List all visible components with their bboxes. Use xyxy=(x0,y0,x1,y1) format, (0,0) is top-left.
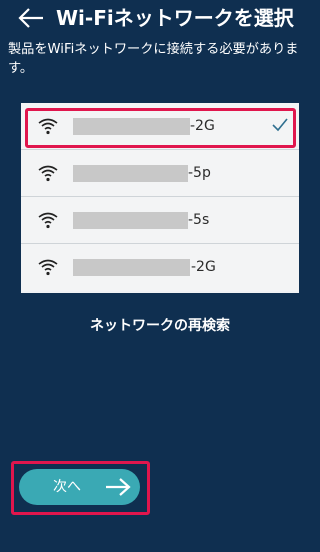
rescan-button[interactable]: ネットワークの再検索 xyxy=(0,315,320,335)
wifi-icon xyxy=(38,212,58,229)
arrow-left-icon[interactable] xyxy=(16,6,46,30)
ssid-suffix: -5s xyxy=(188,212,210,228)
redacted-ssid xyxy=(73,212,188,229)
page-title: Wi-Fiネットワークを選択 xyxy=(56,6,294,30)
wifi-icon xyxy=(38,259,58,276)
page-subtitle: 製品をWiFiネットワークに接続する必要があります。 xyxy=(8,42,299,76)
ssid-suffix: -5p xyxy=(188,165,211,181)
wifi-network-item[interactable]: -2G xyxy=(21,244,299,291)
arrow-right-icon xyxy=(106,478,131,496)
ssid-suffix: -2G xyxy=(191,259,216,275)
selection-highlight xyxy=(25,108,296,148)
next-button[interactable]: 次へ xyxy=(19,469,140,505)
header: Wi-Fiネットワークを選択 xyxy=(0,0,320,38)
wifi-network-item[interactable]: -5p xyxy=(21,150,299,197)
redacted-ssid xyxy=(73,259,190,276)
wifi-network-item[interactable]: -5s xyxy=(21,197,299,244)
wifi-icon xyxy=(38,165,58,182)
redacted-ssid xyxy=(73,165,188,182)
next-button-label: 次へ xyxy=(53,479,81,495)
